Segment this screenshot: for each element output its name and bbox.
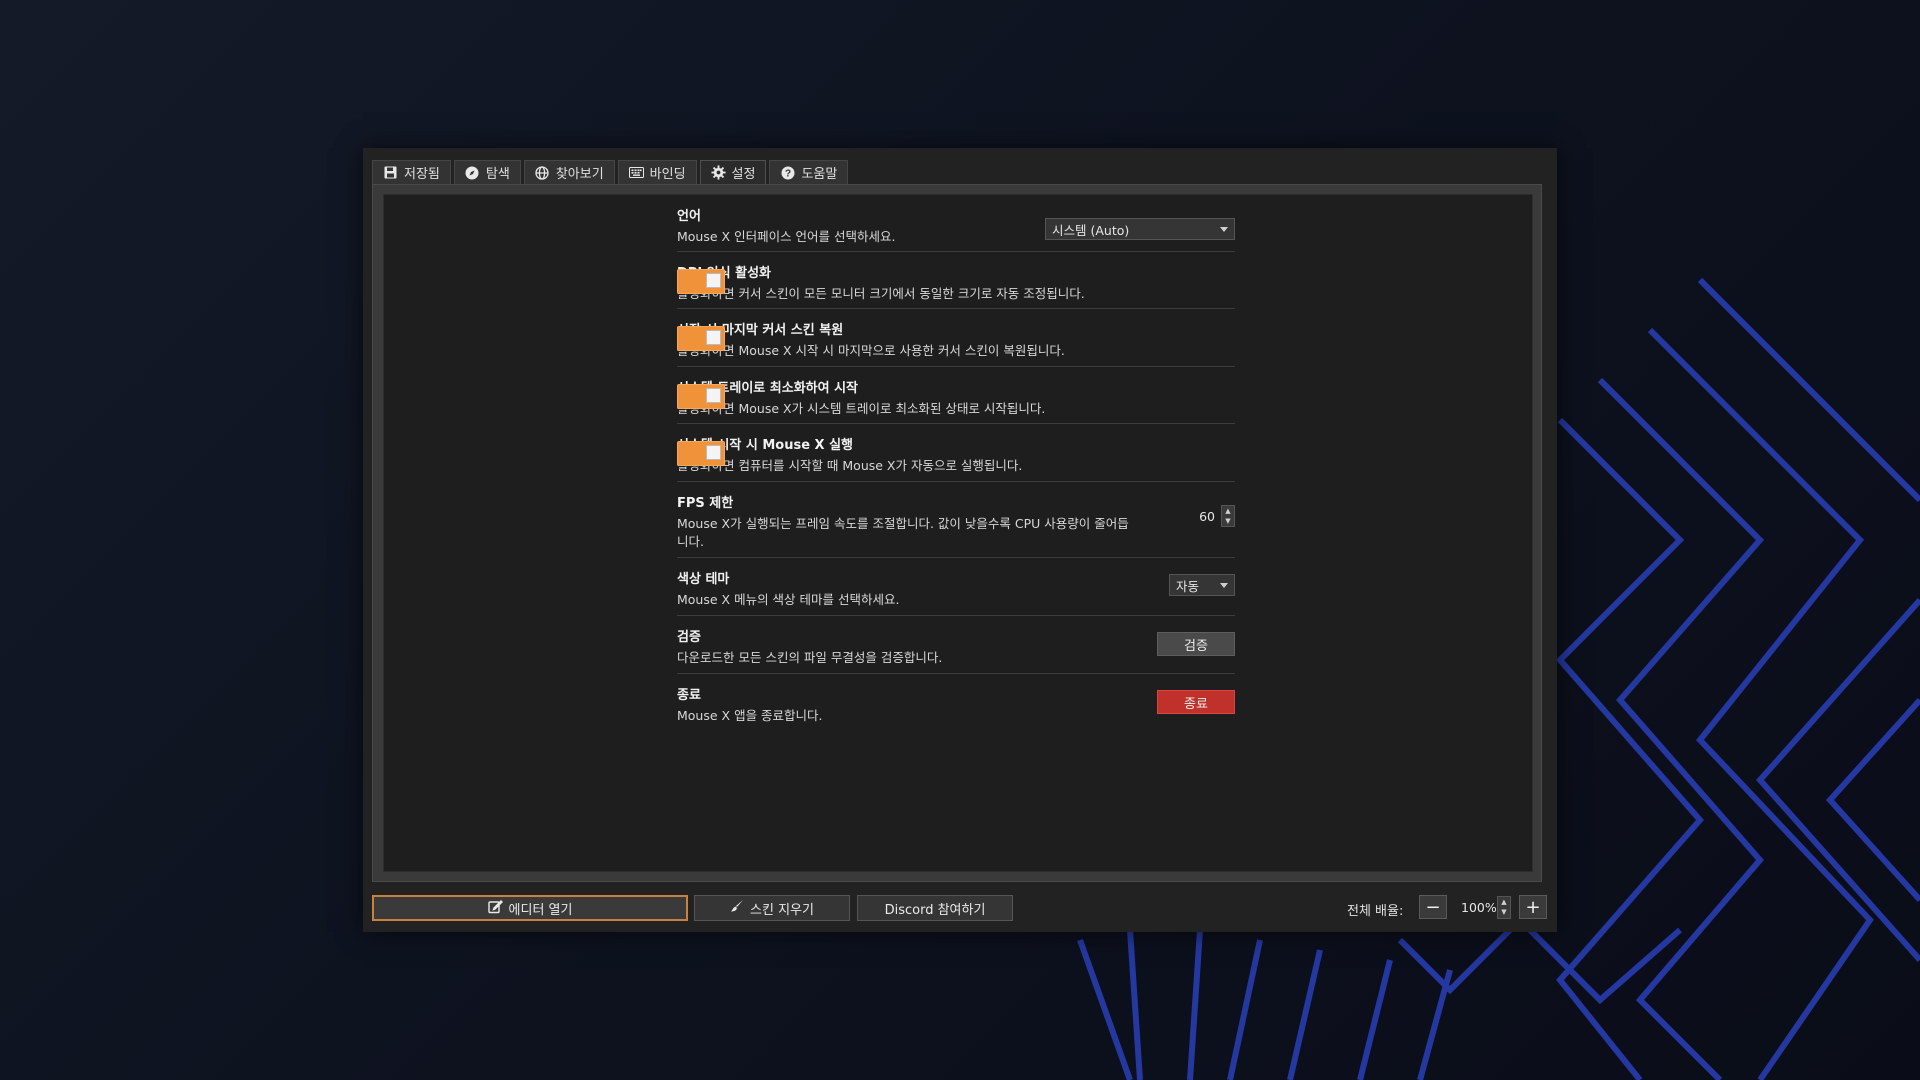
spin-up-icon[interactable]: ▲	[1222, 506, 1234, 516]
setting-description: Mouse X 인터페이스 언어를 선택하세요.	[677, 229, 896, 244]
start-in-tray-toggle[interactable]	[677, 384, 725, 409]
toggle-knob	[706, 273, 721, 288]
tab-settings[interactable]: 설정	[699, 160, 767, 184]
edit-icon	[487, 899, 503, 918]
fps-value: 60	[1199, 508, 1215, 524]
spin-down-icon[interactable]: ▼	[1222, 516, 1234, 526]
dpi-toggle[interactable]	[677, 269, 725, 294]
tab-bar: 저장됨 탐색 찾아보기 바인딩 설정 ? 도움말	[372, 160, 849, 184]
tab-label: 탐색	[485, 167, 510, 182]
fps-spinbox[interactable]: 60 ▲ ▼	[1199, 505, 1235, 527]
tab-explore[interactable]: 탐색	[453, 160, 521, 184]
svg-text:?: ?	[785, 168, 791, 179]
quit-button[interactable]: 종료	[1157, 690, 1235, 714]
tab-help[interactable]: ? 도움말	[769, 160, 849, 184]
minus-icon: −	[1425, 896, 1441, 918]
setting-description: 다운로드한 모든 스킨의 파일 무결성을 검증합니다.	[677, 650, 943, 665]
setting-title: 검증	[677, 630, 701, 645]
setting-title: 색상 테마	[677, 572, 730, 587]
zoom-value: 100%	[1461, 899, 1497, 915]
toggle-knob	[706, 330, 721, 345]
tab-saved[interactable]: 저장됨	[372, 160, 451, 184]
join-discord-button[interactable]: Discord 참여하기	[857, 895, 1013, 921]
setting-dpi: DPI 인식 활성화 활성화하면 커서 스킨이 모든 모니터 크기에서 동일한 …	[677, 252, 1235, 309]
setting-quit: 종료 Mouse X 앱을 종료합니다. 종료	[677, 674, 1235, 731]
setting-language: 언어 Mouse X 인터페이스 언어를 선택하세요. 시스템 (Auto)	[677, 195, 1235, 252]
setting-title: 언어	[677, 209, 701, 224]
clear-skin-label: 스킨 지우기	[750, 902, 814, 918]
theme-selected-value: 자동	[1176, 578, 1200, 594]
verify-button[interactable]: 검증	[1157, 632, 1235, 656]
save-icon	[383, 165, 398, 180]
spin-arrows[interactable]: ▲ ▼	[1497, 896, 1511, 919]
language-dropdown[interactable]: 시스템 (Auto)	[1045, 218, 1235, 240]
setting-fps-limit: FPS 제한 Mouse X가 실행되는 프레임 속도를 조절합니다. 값이 낮…	[677, 482, 1235, 558]
setting-description: Mouse X 앱을 종료합니다.	[677, 708, 823, 723]
setting-verify: 검증 다운로드한 모든 스킨의 파일 무결성을 검증합니다. 검증	[677, 616, 1235, 674]
tab-binding[interactable]: 바인딩	[617, 160, 697, 184]
setting-color-theme: 색상 테마 Mouse X 메뉴의 색상 테마를 선택하세요. 자동	[677, 558, 1235, 616]
setting-autostart: 시스템 시작 시 Mouse X 실행 활성화하면 컴퓨터를 시작할 때 Mou…	[677, 424, 1235, 482]
setting-description: Mouse X가 실행되는 프레임 속도를 조절합니다. 값이 낮을수록 CPU…	[677, 516, 1129, 549]
open-editor-button[interactable]: 에디터 열기	[372, 895, 688, 921]
plus-icon: +	[1525, 896, 1541, 918]
tab-label: 찾아보기	[555, 167, 604, 182]
setting-restore-skin: 시작 시 마지막 커서 스킨 복원 활성화하면 Mouse X 시작 시 마지막…	[677, 309, 1235, 367]
keyboard-icon	[628, 165, 644, 180]
tab-label: 바인딩	[649, 167, 686, 182]
restore-skin-toggle[interactable]	[677, 326, 725, 351]
toggle-knob	[706, 388, 721, 403]
setting-start-in-tray: 시스템 트레이로 최소화하여 시작 활성화하면 Mouse X가 시스템 트레이…	[677, 367, 1235, 424]
spin-arrows[interactable]: ▲ ▼	[1221, 505, 1235, 527]
toggle-knob	[706, 445, 721, 460]
spin-up-icon[interactable]: ▲	[1498, 897, 1510, 908]
help-icon: ?	[780, 165, 795, 180]
compass-icon	[465, 165, 480, 180]
setting-description: 활성화하면 컴퓨터를 시작할 때 Mouse X가 자동으로 실행됩니다.	[677, 458, 1023, 473]
tab-label: 도움말	[801, 167, 838, 182]
zoom-label: 전체 배율:	[1347, 904, 1404, 919]
settings-content: 언어 Mouse X 인터페이스 언어를 선택하세요. 시스템 (Auto) D…	[383, 194, 1533, 872]
settings-list: 언어 Mouse X 인터페이스 언어를 선택하세요. 시스템 (Auto) D…	[677, 195, 1235, 731]
tab-label: 설정	[731, 167, 756, 182]
autostart-toggle[interactable]	[677, 441, 725, 466]
zoom-in-button[interactable]: +	[1519, 895, 1547, 919]
clear-skin-button[interactable]: 스킨 지우기	[694, 895, 850, 921]
gear-icon	[711, 165, 726, 180]
language-selected-value: 시스템 (Auto)	[1052, 222, 1130, 238]
zoom-spinbox[interactable]: 100% ▲ ▼	[1453, 895, 1511, 919]
setting-description: 활성화하면 커서 스킨이 모든 모니터 크기에서 동일한 크기로 자동 조정됩니…	[677, 286, 1085, 301]
setting-description: Mouse X 메뉴의 색상 테마를 선택하세요.	[677, 592, 900, 607]
setting-title: 종료	[677, 688, 701, 703]
open-editor-label: 에디터 열기	[508, 902, 573, 918]
chevron-down-icon	[1220, 226, 1228, 232]
chevron-down-icon	[1220, 582, 1228, 588]
bottom-toolbar: 에디터 열기 스킨 지우기 Discord 참여하기 전체 배율: − 100%…	[372, 895, 1548, 923]
setting-description: 활성화하면 Mouse X가 시스템 트레이로 최소화된 상태로 시작됩니다.	[677, 401, 1046, 416]
theme-dropdown[interactable]: 자동	[1169, 574, 1235, 596]
settings-panel: 언어 Mouse X 인터페이스 언어를 선택하세요. 시스템 (Auto) D…	[372, 184, 1542, 882]
join-discord-label: Discord 참여하기	[884, 902, 986, 918]
setting-title: FPS 제한	[677, 496, 734, 511]
tab-label: 저장됨	[404, 167, 440, 182]
settings-window: 저장됨 탐색 찾아보기 바인딩 설정 ? 도움말 언어 Mouse X 인터페이…	[363, 148, 1557, 932]
setting-description: 활성화하면 Mouse X 시작 시 마지막으로 사용한 커서 스킨이 복원됩니…	[677, 343, 1065, 358]
brush-icon	[730, 899, 744, 917]
tab-browse[interactable]: 찾아보기	[523, 160, 615, 184]
globe-icon	[535, 165, 550, 180]
spin-down-icon[interactable]: ▼	[1498, 908, 1510, 919]
zoom-out-button[interactable]: −	[1419, 895, 1447, 919]
